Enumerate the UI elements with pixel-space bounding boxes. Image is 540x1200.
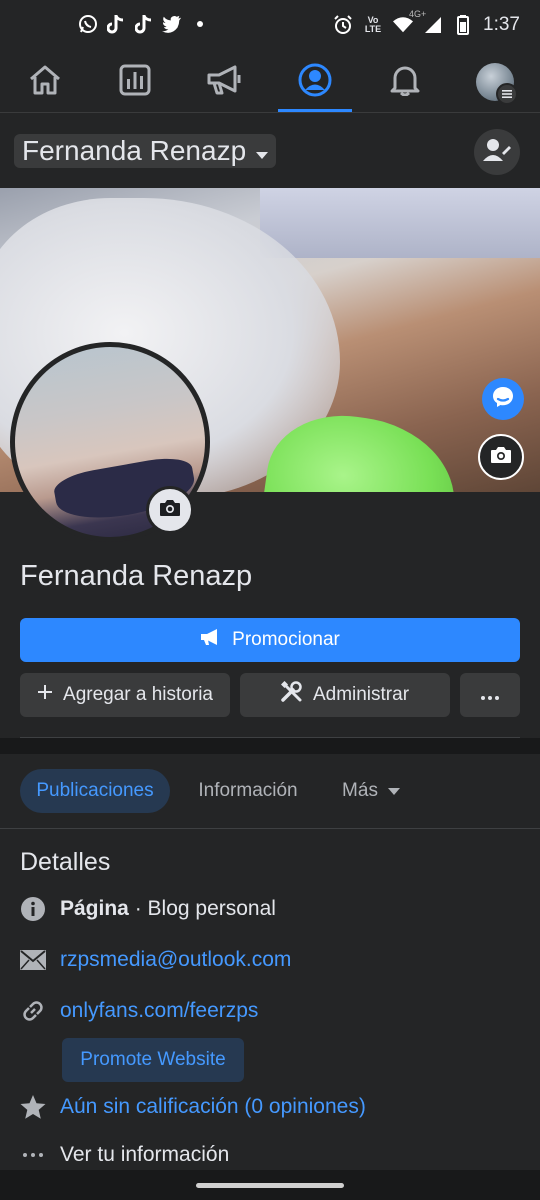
page-category: · Blog personal [128,897,276,920]
network-label: 4G+ [409,9,427,19]
profile-tabs: Publicaciones Información Más [0,754,540,829]
messenger-icon [491,385,515,414]
edit-cover-photo-button[interactable] [478,434,524,480]
caret-down-icon [387,780,400,802]
manage-label: Administrar [312,684,410,705]
more-dots-icon [481,684,499,706]
add-to-story-label: Agregar a historia [63,684,213,705]
rating-row: Aún sin calificación (0 opiniones) [20,1094,520,1120]
plus-icon [37,684,53,706]
alarm-icon [333,15,353,35]
tab-notifications[interactable] [360,52,450,112]
dot-icon [190,14,210,34]
tab-insights[interactable] [90,52,180,112]
system-icons: Vo LTE 4G+ 1:37 [333,9,520,36]
wifi-icon: 4G+ [393,9,426,35]
promote-label: Promocionar [232,629,340,650]
top-nav [0,52,540,113]
tools-icon [280,680,303,709]
tab-home[interactable] [0,52,90,112]
see-info-row[interactable]: Ver tu información [20,1142,520,1168]
gesture-bar [0,1170,540,1200]
email-link[interactable]: rzpsmedia@outlook.com [60,948,291,972]
tab-more[interactable]: Más [330,769,412,813]
details-heading: Detalles [20,848,111,876]
section-separator [0,738,540,754]
battery-icon [453,15,473,35]
tiktok-icon [106,14,126,34]
star-icon [20,1094,46,1120]
tab-menu[interactable] [450,52,540,112]
messenger-button[interactable] [482,378,524,420]
tab-more-label: Más [342,780,378,801]
tiktok-icon [134,14,154,34]
profile-name: Fernanda Renazp [20,560,253,592]
camera-icon [159,499,181,522]
twitter-icon [162,14,182,34]
camera-icon [490,446,512,469]
volte-icon: Vo LTE [364,15,382,34]
page-header: Fernanda Renazp [0,112,540,188]
rating-link[interactable]: Aún sin calificación (0 opiniones) [60,1095,366,1119]
more-actions-button[interactable] [460,673,520,717]
profile-icon [298,63,332,102]
user-edit-icon [483,138,511,167]
manage-button[interactable]: Administrar [240,673,450,717]
caret-down-icon [256,135,269,167]
add-to-story-button[interactable]: Agregar a historia [20,673,230,717]
tab-posts[interactable]: Publicaciones [20,769,170,813]
promote-website-button[interactable]: Promote Website [62,1038,244,1082]
bell-icon [390,64,420,101]
page-category-row: Página · Blog personal [20,896,520,922]
notification-icons [78,14,210,34]
megaphone-icon [200,628,222,652]
website-link[interactable]: onlyfans.com/feerzps [60,999,258,1023]
email-row: rzpsmedia@outlook.com [20,947,520,973]
page-switcher-label: Fernanda Renazp [22,135,247,166]
see-info-label: Ver tu información [60,1143,230,1166]
edit-profile-picture-button[interactable] [146,486,194,534]
megaphone-icon [205,64,245,101]
tab-info-label: Información [198,780,298,801]
website-row: onlyfans.com/feerzps [20,998,520,1024]
tab-info[interactable]: Información [184,769,312,813]
clock: 1:37 [483,14,520,35]
home-indicator[interactable] [196,1183,344,1188]
whatsapp-icon [78,14,98,34]
more-dots-icon [20,1142,46,1168]
info-icon [20,896,46,922]
status-bar: Vo LTE 4G+ 1:37 [0,0,540,52]
envelope-icon [20,947,46,973]
tab-profile[interactable] [270,52,360,112]
bar-chart-icon [119,64,151,101]
avatar-menu-icon [476,63,518,105]
link-icon [20,998,46,1024]
page-type-label: Página [60,897,129,920]
promote-website-label: Promote Website [80,1049,226,1070]
tab-posts-label: Publicaciones [36,780,154,801]
page-switcher-button[interactable]: Fernanda Renazp [14,134,277,168]
home-icon [28,64,62,101]
edit-profile-button[interactable] [474,129,520,175]
promote-button[interactable]: Promocionar [20,618,520,662]
tab-ads[interactable] [180,52,270,112]
